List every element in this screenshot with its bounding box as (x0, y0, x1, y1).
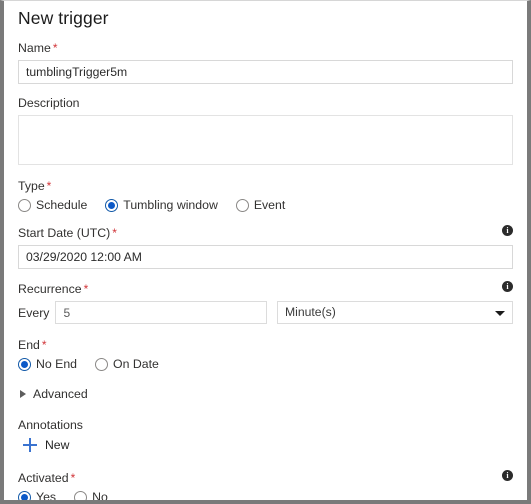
advanced-label: Advanced (33, 387, 88, 401)
end-field-group: End * No End On Date (14, 337, 517, 371)
radio-circle (95, 357, 109, 371)
plus-icon (23, 438, 37, 452)
required-asterisk: * (112, 226, 117, 240)
radio-circle (18, 198, 31, 212)
radio-option-yes[interactable]: Yes (18, 490, 57, 504)
every-label: Every (18, 305, 50, 320)
radio-label: Event (253, 198, 286, 212)
start-date-input[interactable] (18, 245, 513, 269)
start-date-label: Start Date (UTC) * (18, 226, 117, 240)
description-textarea[interactable] (18, 115, 513, 165)
add-annotation-button[interactable]: New (18, 438, 69, 452)
annotations-label: Annotations (18, 418, 83, 432)
radio-label: Tumbling window (123, 198, 218, 212)
recurrence-label: Recurrence * (18, 282, 89, 296)
info-icon[interactable]: i (502, 281, 513, 292)
end-radio-group: No End On Date (18, 357, 513, 371)
info-icon[interactable]: i (502, 470, 513, 481)
chevron-down-icon (495, 310, 505, 316)
radio-circle-selected (18, 357, 31, 371)
activated-radio-group: Yes No (18, 490, 513, 504)
triangle-right-icon (20, 390, 26, 398)
radio-circle-selected (18, 490, 31, 500)
radio-option-event[interactable]: Event (235, 198, 286, 212)
required-asterisk: * (52, 41, 58, 55)
type-field-group: Type * Schedule Tumbling window Event (14, 178, 517, 212)
radio-option-schedule[interactable]: Schedule (18, 198, 87, 212)
radio-circle (74, 490, 88, 500)
advanced-toggle[interactable]: Advanced (14, 387, 517, 401)
add-annotation-label: New (45, 438, 70, 452)
description-field-group: Description (14, 95, 517, 165)
description-label: Description (18, 96, 80, 110)
radio-label: No (92, 490, 108, 504)
required-asterisk: * (46, 179, 52, 193)
radio-circle-selected (105, 198, 119, 212)
annotations-field-group: Annotations New (14, 417, 517, 452)
end-label: End * (18, 338, 47, 352)
radio-option-tumbling-window[interactable]: Tumbling window (105, 198, 218, 212)
required-asterisk: * (70, 471, 76, 485)
name-input[interactable] (18, 60, 513, 84)
radio-option-on-date[interactable]: On Date (95, 357, 159, 371)
page-title: New trigger (18, 8, 109, 28)
radio-circle (235, 198, 249, 212)
radio-label: On Date (113, 357, 159, 371)
recurrence-unit-value: Minute(s) (277, 301, 513, 324)
required-asterisk: * (41, 338, 47, 352)
new-trigger-panel: New trigger Name* Description Type* Sche… (0, 0, 531, 504)
recurrence-interval-input[interactable] (55, 301, 267, 324)
radio-option-no[interactable]: No (74, 490, 108, 504)
recurrence-field-group: Recurrence* i Every Minute(s) (14, 281, 517, 324)
radio-label: No End (36, 357, 78, 371)
type-radio-group: Schedule Tumbling window Event (18, 198, 513, 212)
type-label: Type * (18, 179, 52, 193)
info-icon[interactable]: i (502, 225, 513, 236)
activated-field-group: Activated * i Yes No (14, 470, 517, 504)
recurrence-row: Every Minute(s) (18, 301, 513, 324)
radio-label: Yes (36, 490, 57, 504)
radio-option-no-end[interactable]: No End (18, 357, 77, 371)
name-label: Name * (18, 41, 58, 55)
radio-label: Schedule (36, 198, 88, 212)
required-asterisk: * (83, 282, 89, 296)
name-field-group: Name * (14, 40, 517, 84)
recurrence-unit-select[interactable]: Minute(s) (277, 301, 513, 324)
activated-label: Activated * (18, 471, 76, 485)
start-date-field-group: Start Date (UTC) * i (14, 225, 517, 269)
